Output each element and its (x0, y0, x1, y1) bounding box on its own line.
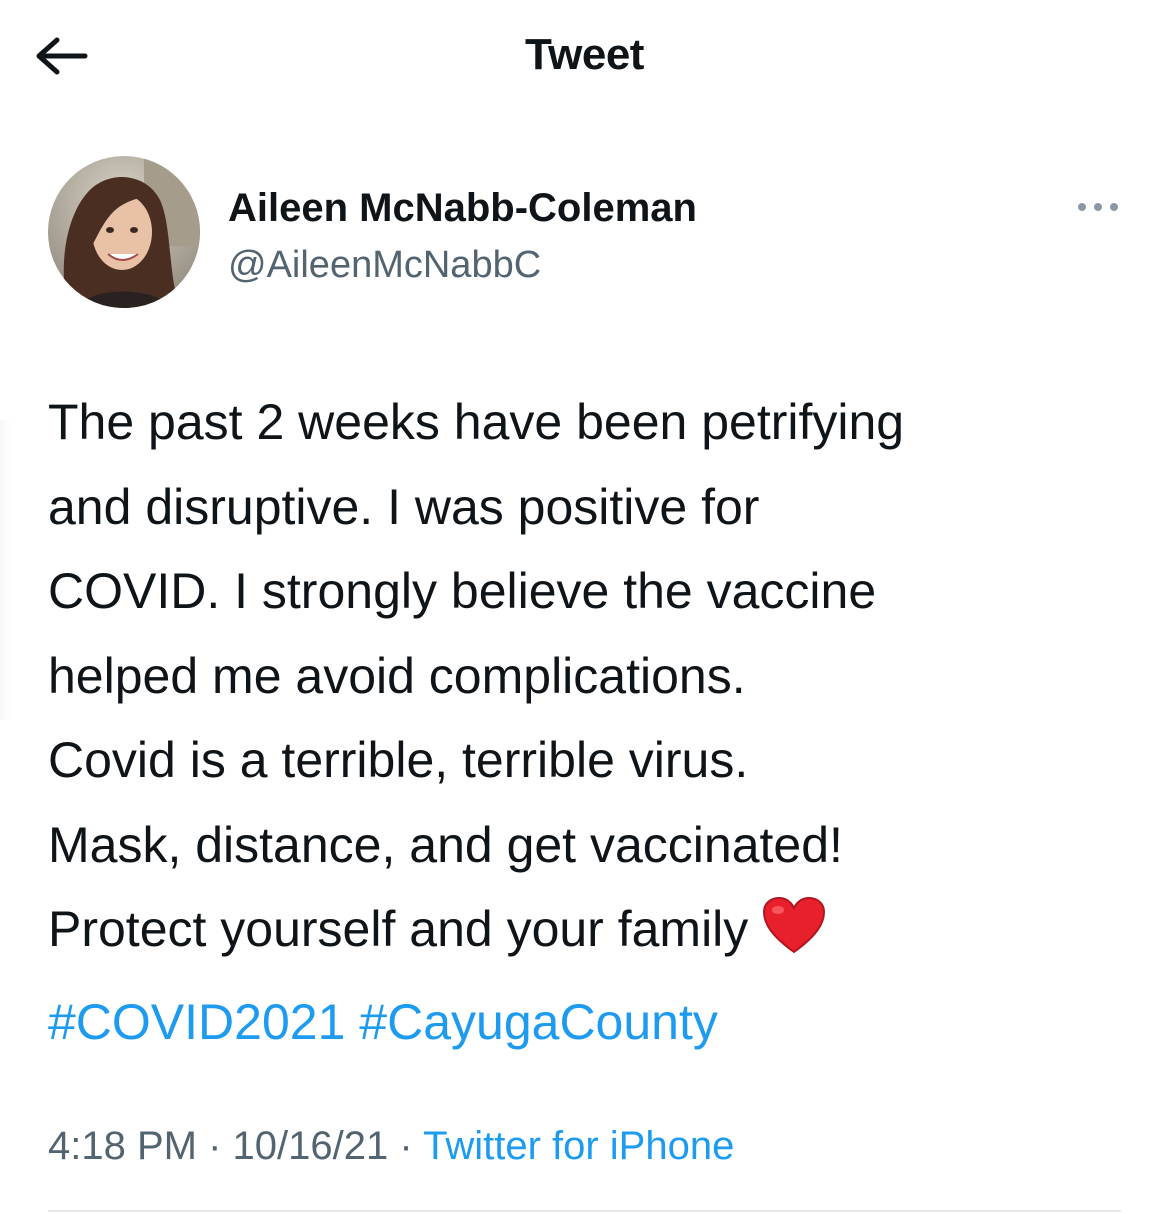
top-bar: Tweet (0, 0, 1169, 115)
tweet-text-line: helped me avoid complications. (48, 647, 746, 704)
author-handle[interactable]: @AileenMcNabbC (228, 244, 541, 287)
edge-shadow (0, 420, 12, 720)
hashtag-link[interactable]: #CayugaCounty (359, 994, 718, 1050)
tweet-text-line: COVID. I strongly believe the vaccine (48, 563, 877, 619)
tweet-meta: 4:18 PM · 10/16/21 · Twitter for iPhone (48, 1124, 734, 1169)
tweet-author-header: Aileen McNabb-Coleman @AileenMcNabbC (48, 156, 1128, 316)
page-title: Tweet (525, 30, 644, 79)
red-heart-icon (762, 895, 826, 980)
avatar-image (48, 156, 200, 308)
tweet-date: 10/16/21 (232, 1124, 389, 1168)
author-name[interactable]: Aileen McNabb-Coleman (228, 186, 697, 231)
tweet-text-line-last: Protect yourself and your family (48, 887, 1138, 980)
tweet-time: 4:18 PM (48, 1124, 197, 1168)
tweet-source-link[interactable]: Twitter for iPhone (423, 1124, 734, 1168)
tweet-text-line: Covid is a terrible, terrible virus. (48, 732, 749, 788)
tweet-text-line: The past 2 weeks have been petrifying (48, 394, 905, 450)
tweet-text-line: and disruptive. I was positive for (48, 478, 760, 535)
tweet-text-line: Protect yourself and your family (48, 901, 749, 957)
more-options-button[interactable] (1068, 192, 1128, 222)
meta-separator: · (399, 1124, 413, 1168)
tweet-text: The past 2 weeks have been petrifying an… (48, 380, 1138, 1064)
meta-separator: · (208, 1124, 222, 1168)
hashtag-line: #COVID2021 #CayugaCounty (48, 980, 1138, 1065)
tweet-text-line: Mask, distance, and get vaccinated! (48, 816, 843, 873)
avatar[interactable] (48, 156, 200, 308)
more-horizontal-icon (1078, 203, 1118, 211)
hashtag-link[interactable]: #COVID2021 (48, 994, 345, 1050)
divider (48, 1210, 1121, 1212)
